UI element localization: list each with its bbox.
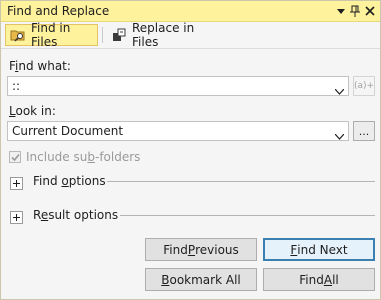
bookmark-all-button[interactable]: Bookmark All — [145, 268, 257, 291]
browse-button-label: ... — [358, 124, 370, 138]
mode-toolbar: Find in Files Replace in Files — [1, 21, 380, 49]
checkmark-icon — [11, 153, 20, 162]
tab-label: Find in Files — [31, 21, 71, 49]
result-options-divider — [120, 215, 375, 216]
chevron-down-icon[interactable] — [334, 84, 345, 95]
find-what-value[interactable]: :: — [12, 79, 20, 93]
result-options-label[interactable]: Result options — [33, 208, 118, 222]
window-title: Find and Replace — [7, 4, 110, 18]
browse-button[interactable]: ... — [353, 121, 375, 141]
toolbar-separator — [102, 27, 103, 43]
regex-builder-label: (a)+ — [353, 81, 375, 91]
find-what-combobox[interactable]: :: — [7, 76, 349, 96]
tab-label: Replace in Files — [132, 21, 195, 49]
include-subfolders-label: Include sub-folders — [26, 150, 141, 164]
find-next-button[interactable]: Find Next — [263, 238, 375, 261]
result-options-expander[interactable] — [10, 211, 23, 224]
find-options-label[interactable]: Find options — [33, 174, 106, 188]
chevron-down-icon[interactable] — [334, 129, 345, 140]
find-previous-button[interactable]: Find Previous — [145, 238, 257, 261]
tab-find-in-files[interactable]: Find in Files — [5, 21, 98, 49]
title-bar[interactable]: Find and Replace — [1, 1, 380, 22]
tab-replace-in-files[interactable]: Replace in Files — [107, 21, 219, 49]
folder-find-icon — [10, 27, 26, 43]
find-and-replace-window: Find and Replace Find in Files Replace i… — [0, 0, 381, 300]
replace-files-icon — [111, 27, 127, 43]
look-in-combobox[interactable]: Current Document — [7, 121, 349, 141]
find-options-divider — [107, 181, 375, 182]
look-in-value[interactable]: Current Document — [12, 124, 123, 138]
look-in-label: Look in: — [9, 104, 56, 118]
find-options-expander[interactable] — [10, 177, 23, 190]
regex-builder-button[interactable]: (a)+ — [353, 76, 375, 96]
find-what-label: Find what: — [9, 59, 71, 73]
pin-icon[interactable] — [347, 3, 363, 19]
close-icon[interactable] — [362, 3, 378, 19]
find-all-button[interactable]: Find All — [263, 268, 375, 291]
include-subfolders-checkbox[interactable] — [9, 151, 21, 163]
